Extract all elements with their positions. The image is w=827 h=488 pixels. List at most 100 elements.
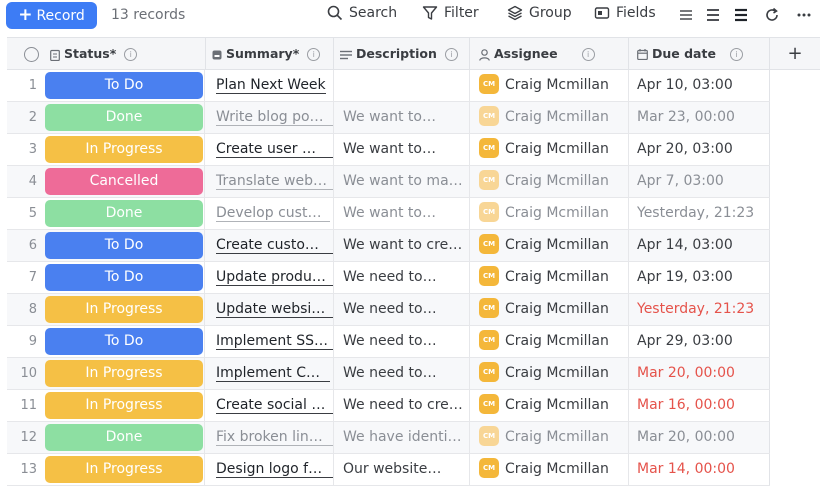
due-date-cell[interactable]: Yesterday, 21:23 [629,294,770,325]
status-badge[interactable]: Done [45,104,203,131]
status-cell[interactable]: To Do [44,326,205,357]
row-height-medium-icon[interactable] [704,6,722,24]
description-cell[interactable]: We need to… [334,358,470,389]
select-all-checkbox[interactable] [24,47,39,62]
status-badge[interactable]: To Do [45,232,203,259]
status-cell[interactable]: In Progress [44,134,205,165]
table-row[interactable]: 1 To Do Plan Next Week CM Craig Mcmillan Apr … [7,70,770,102]
description-cell[interactable]: We have identifie… [334,422,470,453]
table-row[interactable]: 9 To Do Implement SSL … We need to… CM Craig … [7,326,770,358]
description-cell[interactable]: We want to… [334,102,470,133]
summary-text[interactable]: Design logo for … [216,461,333,478]
assignee-cell[interactable]: CM Craig Mcmillan [470,70,629,101]
summary-cell[interactable]: Implement SSL … [206,326,334,357]
header-description[interactable]: Description i [334,38,470,69]
status-badge[interactable]: In Progress [45,136,203,163]
info-icon[interactable]: i [444,48,458,61]
header-assignee[interactable]: Assignee i [470,38,629,69]
summary-cell[interactable]: Create user ma… [206,134,334,165]
due-date-cell[interactable]: Mar 14, 00:00 [629,454,770,485]
due-date-cell[interactable]: Mar 23, 00:00 [629,102,770,133]
due-date-cell[interactable]: Mar 20, 00:00 [629,358,770,389]
description-cell[interactable]: We want to… [334,134,470,165]
info-icon[interactable]: i [124,48,138,61]
status-cell[interactable]: Done [44,102,205,133]
due-date-cell[interactable]: Apr 7, 03:00 [629,166,770,197]
summary-text[interactable]: Fix broken links… [216,429,333,446]
description-cell[interactable]: We want to creat… [334,230,470,261]
summary-text[interactable]: Write blog post … [216,109,333,126]
select-all-checkbox-cell[interactable] [7,38,44,69]
description-cell[interactable]: We need to creat… [334,390,470,421]
status-badge[interactable]: In Progress [45,456,203,483]
description-cell[interactable]: We need to… [334,262,470,293]
status-cell[interactable]: In Progress [44,358,205,389]
summary-text[interactable]: Translate websi… [216,173,333,190]
summary-cell[interactable]: Design logo for … [206,454,334,485]
description-cell[interactable]: We want to make… [334,166,470,197]
status-cell[interactable]: To Do [44,262,205,293]
summary-cell[interactable]: Fix broken links… [206,422,334,453]
due-date-cell[interactable]: Apr 10, 03:00 [629,70,770,101]
status-cell[interactable]: In Progress [44,294,205,325]
table-row[interactable]: 6 To Do Create custom… We want to creat… CM C… [7,230,770,262]
status-badge[interactable]: Done [45,200,203,227]
summary-text[interactable]: Plan Next Week [216,77,326,94]
table-row[interactable]: 3 In Progress Create user ma… We want to… CM… [7,134,770,166]
summary-cell[interactable]: Create social m… [206,390,334,421]
row-height-short-icon[interactable] [677,6,695,24]
table-row[interactable]: 12 Done Fix broken links… We have identifie… [7,422,770,454]
assignee-cell[interactable]: CM Craig Mcmillan [470,358,629,389]
summary-cell[interactable]: Translate websi… [206,166,334,197]
status-badge[interactable]: In Progress [45,296,203,323]
assignee-cell[interactable]: CM Craig Mcmillan [470,454,629,485]
info-icon[interactable]: i [307,48,321,61]
status-badge[interactable]: To Do [45,328,203,355]
summary-text[interactable]: Implement SSL … [216,333,333,350]
assignee-cell[interactable]: CM Craig Mcmillan [470,294,629,325]
due-date-cell[interactable]: Mar 20, 00:00 [629,422,770,453]
description-cell[interactable]: We need to… [334,326,470,357]
assignee-cell[interactable]: CM Craig Mcmillan [470,326,629,357]
summary-text[interactable]: Create social m… [216,397,333,414]
due-date-cell[interactable]: Yesterday, 21:23 [629,198,770,229]
status-badge[interactable]: Cancelled [45,168,203,195]
search-button[interactable]: Search [327,5,397,21]
assignee-cell[interactable]: CM Craig Mcmillan [470,230,629,261]
summary-cell[interactable]: Develop custo… [206,198,334,229]
summary-text[interactable]: Create custom… [216,237,333,254]
status-badge[interactable]: To Do [45,72,203,99]
status-badge[interactable]: To Do [45,264,203,291]
assignee-cell[interactable]: CM Craig Mcmillan [470,198,629,229]
description-cell[interactable]: We need to… [334,294,470,325]
status-badge[interactable]: In Progress [45,360,203,387]
summary-text[interactable]: Create user ma… [216,141,333,158]
table-row[interactable]: 2 Done Write blog post … We want to… CM Craig… [7,102,770,134]
assignee-cell[interactable]: CM Craig Mcmillan [470,390,629,421]
table-row[interactable]: 4 Cancelled Translate websi… We want to mak… [7,166,770,198]
status-cell[interactable]: Cancelled [44,166,205,197]
summary-cell[interactable]: Write blog post … [206,102,334,133]
assignee-cell[interactable]: CM Craig Mcmillan [470,134,629,165]
info-icon[interactable]: i [729,48,743,61]
header-status[interactable]: Status* i [44,38,206,69]
summary-text[interactable]: Implement CR… [216,365,330,382]
group-button[interactable]: Group [507,5,572,21]
info-icon[interactable]: i [581,48,595,61]
status-cell[interactable]: In Progress [44,390,205,421]
assignee-cell[interactable]: CM Craig Mcmillan [470,166,629,197]
table-row[interactable]: 11 In Progress Create social m… We need to … [7,390,770,422]
assignee-cell[interactable]: CM Craig Mcmillan [470,262,629,293]
summary-cell[interactable]: Implement CR… [206,358,334,389]
due-date-cell[interactable]: Apr 29, 03:00 [629,326,770,357]
status-cell[interactable]: To Do [44,70,205,101]
more-icon[interactable] [795,6,813,24]
due-date-cell[interactable]: Apr 19, 03:00 [629,262,770,293]
status-cell[interactable]: To Do [44,230,205,261]
due-date-cell[interactable]: Mar 16, 00:00 [629,390,770,421]
refresh-icon[interactable] [763,6,781,24]
assignee-cell[interactable]: CM Craig Mcmillan [470,422,629,453]
status-cell[interactable]: Done [44,422,205,453]
summary-cell[interactable]: Update produc… [206,262,334,293]
summary-cell[interactable]: Plan Next Week [206,70,334,101]
